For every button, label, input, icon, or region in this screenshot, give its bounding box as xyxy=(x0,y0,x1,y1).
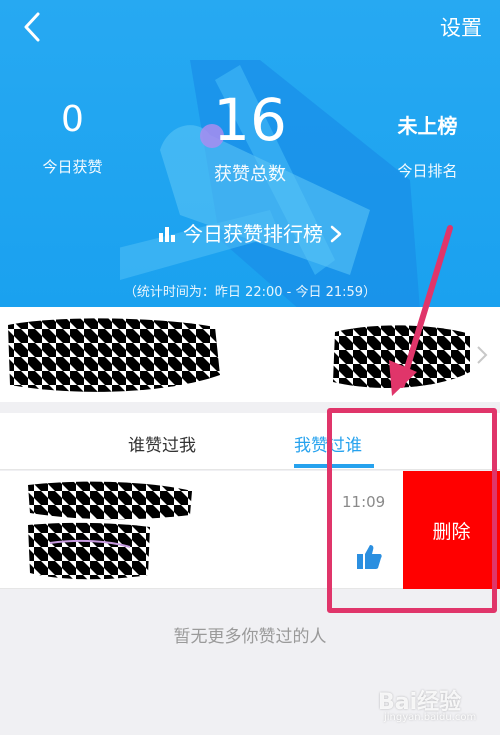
chevron-right-icon xyxy=(331,225,342,243)
today-rank-stat: 未上榜 今日排名 xyxy=(375,112,480,181)
watermark-sub: jingyan.baidu.com xyxy=(384,712,477,723)
tab-who-liked-me[interactable]: 谁赞过我 xyxy=(128,431,196,456)
watermark: Bai经验 jingyan.baidu.com xyxy=(378,678,488,728)
redacted-avatar-name xyxy=(8,318,220,392)
today-rank-label: 今日排名 xyxy=(397,162,458,180)
annotation-highlight-box xyxy=(327,408,497,613)
user-row[interactable] xyxy=(0,307,500,402)
empty-message: 暂无更多你赞过的人 xyxy=(173,627,327,647)
bar-chart-icon xyxy=(158,227,175,242)
ranking-link[interactable]: 今日获赞排行榜 xyxy=(0,218,500,247)
ranking-link-label: 今日获赞排行榜 xyxy=(183,222,323,246)
total-likes-label: 获赞总数 xyxy=(214,164,286,185)
today-likes-label: 今日获赞 xyxy=(42,158,103,176)
redacted-badge xyxy=(333,325,470,388)
chevron-right-icon xyxy=(477,346,488,364)
settings-button[interactable]: 设置 xyxy=(440,12,482,42)
today-likes-value: 0 xyxy=(61,99,84,140)
total-likes-value: 16 xyxy=(213,86,287,154)
today-likes-stat: 0 今日获赞 xyxy=(20,100,125,177)
header: 设置 0 今日获赞 16 获赞总数 未上榜 今日排名 今日获赞排行榜 （统计时间… xyxy=(0,0,500,307)
back-icon[interactable] xyxy=(18,10,48,44)
stat-time-note: （统计时间为：昨日 22:00 - 今日 21:59） xyxy=(123,285,377,300)
total-likes-stat: 16 获赞总数 xyxy=(180,90,320,186)
redacted-user-info xyxy=(28,481,192,580)
today-rank-value: 未上榜 xyxy=(397,114,458,138)
